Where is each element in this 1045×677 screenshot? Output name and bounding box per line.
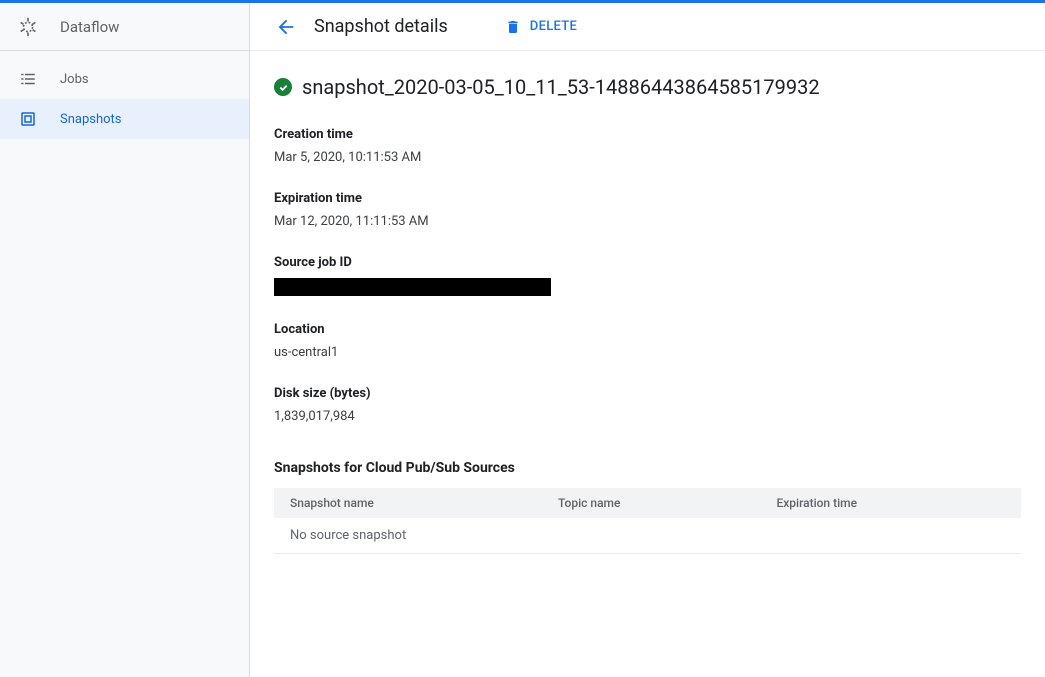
field-value: Mar 12, 2020, 11:11:53 AM	[274, 214, 1021, 229]
page-title: Snapshot details	[314, 16, 448, 37]
col-snapshot-name: Snapshot name	[274, 488, 542, 518]
main: Snapshot details DELETE snapshot_2020-03…	[250, 3, 1045, 677]
field-expiration-time: Expiration time Mar 12, 2020, 11:11:53 A…	[274, 191, 1021, 229]
col-expiration-time: Expiration time	[760, 488, 1021, 518]
delete-label: DELETE	[530, 19, 577, 34]
field-source-job-id: Source job ID	[274, 255, 1021, 296]
main-header: Snapshot details DELETE	[250, 3, 1045, 51]
field-disk-size: Disk size (bytes) 1,839,017,984	[274, 386, 1021, 424]
field-value: us-central1	[274, 345, 1021, 360]
layout: Dataflow Jobs	[0, 3, 1045, 677]
dataflow-logo-icon	[16, 15, 40, 39]
table-header-row: Snapshot name Topic name Expiration time	[274, 488, 1021, 518]
delete-button[interactable]: DELETE	[504, 18, 577, 36]
snapshot-title-row: snapshot_2020-03-05_10_11_53-14886443864…	[274, 75, 1021, 99]
sidebar-header: Dataflow	[0, 3, 249, 51]
field-label: Disk size (bytes)	[274, 386, 1021, 401]
sidebar-nav: Jobs Snapshots	[0, 51, 249, 139]
field-label: Source job ID	[274, 255, 1021, 270]
field-value: 1,839,017,984	[274, 409, 1021, 424]
trash-icon	[504, 18, 522, 36]
pubsub-table: Snapshot name Topic name Expiration time…	[274, 488, 1021, 554]
sidebar: Dataflow Jobs	[0, 3, 250, 677]
field-value: Mar 5, 2020, 10:11:53 AM	[274, 150, 1021, 165]
field-label: Location	[274, 322, 1021, 337]
sidebar-item-label: Jobs	[60, 72, 89, 87]
field-location: Location us-central1	[274, 322, 1021, 360]
success-check-icon	[274, 78, 292, 96]
content: snapshot_2020-03-05_10_11_53-14886443864…	[250, 51, 1045, 578]
arrow-left-icon	[275, 16, 297, 38]
col-topic-name: Topic name	[542, 488, 760, 518]
pubsub-heading: Snapshots for Cloud Pub/Sub Sources	[274, 460, 1021, 476]
field-label: Creation time	[274, 127, 1021, 142]
sidebar-item-snapshots[interactable]: Snapshots	[0, 99, 249, 139]
snapshot-icon	[16, 107, 40, 131]
sidebar-item-label: Snapshots	[60, 112, 122, 127]
redacted-value	[274, 278, 551, 296]
list-icon	[16, 67, 40, 91]
field-label: Expiration time	[274, 191, 1021, 206]
field-creation-time: Creation time Mar 5, 2020, 10:11:53 AM	[274, 127, 1021, 165]
product-name: Dataflow	[60, 18, 119, 36]
snapshot-name: snapshot_2020-03-05_10_11_53-14886443864…	[302, 75, 820, 99]
back-button[interactable]	[274, 15, 298, 39]
sidebar-item-jobs[interactable]: Jobs	[0, 59, 249, 99]
empty-message: No source snapshot	[274, 518, 1021, 554]
table-row-empty: No source snapshot	[274, 518, 1021, 554]
